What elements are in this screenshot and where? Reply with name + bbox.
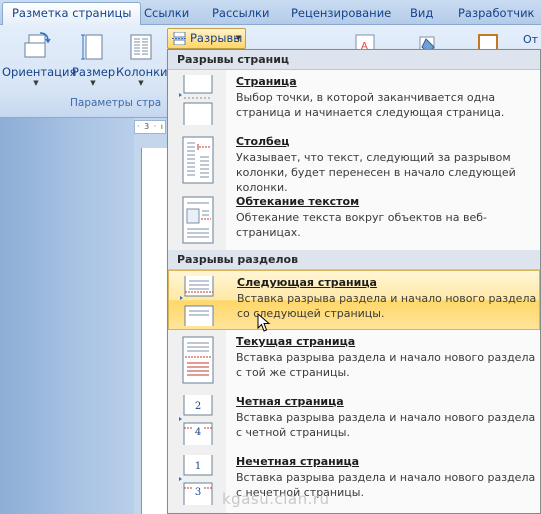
menu-item-title: Столбец	[236, 135, 289, 148]
columns-button[interactable]: Колонки ▼	[116, 31, 168, 87]
columns-label: Колонки	[116, 65, 168, 79]
tab-mailings[interactable]: Рассылки	[212, 3, 269, 25]
title-text: Следующая страница	[237, 276, 377, 289]
menu-item-title: Текущая страница	[236, 335, 355, 348]
chevron-down-icon: ▼	[138, 79, 144, 87]
tab-view[interactable]: Вид	[410, 3, 433, 25]
thumb-number: 1	[195, 461, 201, 472]
breaks-button[interactable]: Разрывы ▼	[167, 28, 246, 49]
menu-item-title: Четная страница	[236, 395, 344, 408]
menu-item-description: Вставка разрыва раздела и начало нового …	[236, 351, 536, 379]
orientation-label: Ориентация	[2, 65, 77, 79]
watermark-text: kgasu.clan.ru	[222, 490, 330, 508]
menu-item-title: Страница	[236, 75, 297, 88]
indent-label: От	[523, 33, 539, 46]
orientation-icon	[20, 31, 52, 63]
page-breaks-header: Разрывы страниц	[168, 50, 540, 70]
odd-page-break-icon: 1 3	[179, 455, 217, 505]
menu-item-description: Обтекание текста вокруг объектов на веб-…	[236, 211, 487, 239]
document-page[interactable]	[141, 148, 167, 514]
chevron-down-icon: ▼	[90, 79, 96, 87]
text-wrapping-icon	[179, 195, 217, 245]
page-size-icon	[77, 31, 109, 63]
tab-developer[interactable]: Разработчик	[458, 3, 535, 25]
breaks-label: Разрывы	[190, 31, 243, 45]
size-label: Размер	[72, 65, 116, 79]
even-page-break-icon: 2 4	[179, 395, 217, 445]
title-text: Текущая страница	[236, 335, 356, 348]
column-break-icon	[179, 135, 217, 185]
menu-item-title: Нечетная страница	[236, 455, 359, 468]
horizontal-ruler[interactable]: · 3 · ı	[134, 120, 166, 134]
thumb-number: 2	[195, 401, 201, 412]
page-break-icon	[179, 75, 217, 125]
menu-item-next-page[interactable]: Следующая страница Вставка разрыва разде…	[168, 270, 540, 330]
title-text: Нечетная страница	[236, 455, 360, 468]
orientation-button[interactable]: Ориентация ▼	[2, 31, 77, 87]
menu-item-current-page[interactable]: Текущая страница Вставка разрыва раздела…	[168, 330, 540, 390]
ribbon-tab-bar: Разметка страницы Ссылки Рассылки Реценз…	[0, 0, 541, 26]
columns-icon	[125, 31, 157, 63]
thumb-number: 3	[195, 487, 201, 498]
tab-review[interactable]: Рецензирование	[291, 3, 391, 25]
menu-item-text-wrapping[interactable]: Обтекание текстом Обтекание текста вокру…	[168, 190, 540, 250]
title-text: Обтекание текстом	[236, 195, 360, 208]
menu-item-even-page[interactable]: 2 4 Четная страница Вставка разрыва разд…	[168, 390, 540, 450]
section-breaks-header: Разрывы разделов	[168, 250, 540, 270]
next-page-break-icon	[180, 276, 218, 326]
menu-item-description: Указывает, что текст, следующий за разры…	[236, 151, 516, 194]
thumb-number: 4	[195, 427, 201, 438]
title-text: Четная страница	[236, 395, 344, 408]
breaks-dropdown-menu: Разрывы страниц Страница Выбор точки, в …	[167, 49, 541, 514]
document-background	[0, 118, 134, 514]
chevron-down-icon: ▼	[33, 79, 39, 87]
page-setup-group-label: Параметры стра	[70, 97, 162, 109]
menu-item-title: Следующая страница	[237, 276, 377, 289]
menu-item-page-break[interactable]: Страница Выбор точки, в которой заканчив…	[168, 70, 540, 130]
continuous-break-icon	[179, 335, 217, 385]
menu-item-description: Вставка разрыва раздела и начало нового …	[236, 411, 536, 439]
menu-item-title: Обтекание текстом	[236, 195, 359, 208]
title-text: Столбец	[236, 135, 290, 148]
tab-page-layout[interactable]: Разметка страницы	[2, 2, 142, 26]
tab-references[interactable]: Ссылки	[144, 3, 189, 25]
page-break-icon	[172, 31, 187, 46]
chevron-down-icon: ▼	[235, 34, 241, 42]
size-button[interactable]: Размер ▼	[72, 31, 116, 87]
title-text: Страница	[236, 75, 297, 88]
menu-item-description: Выбор точки, в которой заканчивается одн…	[236, 91, 505, 119]
menu-item-description: Вставка разрыва раздела и начало нового …	[237, 292, 537, 320]
menu-item-column-break[interactable]: Столбец Указывает, что текст, следующий …	[168, 130, 540, 194]
mouse-cursor-icon	[257, 312, 271, 333]
